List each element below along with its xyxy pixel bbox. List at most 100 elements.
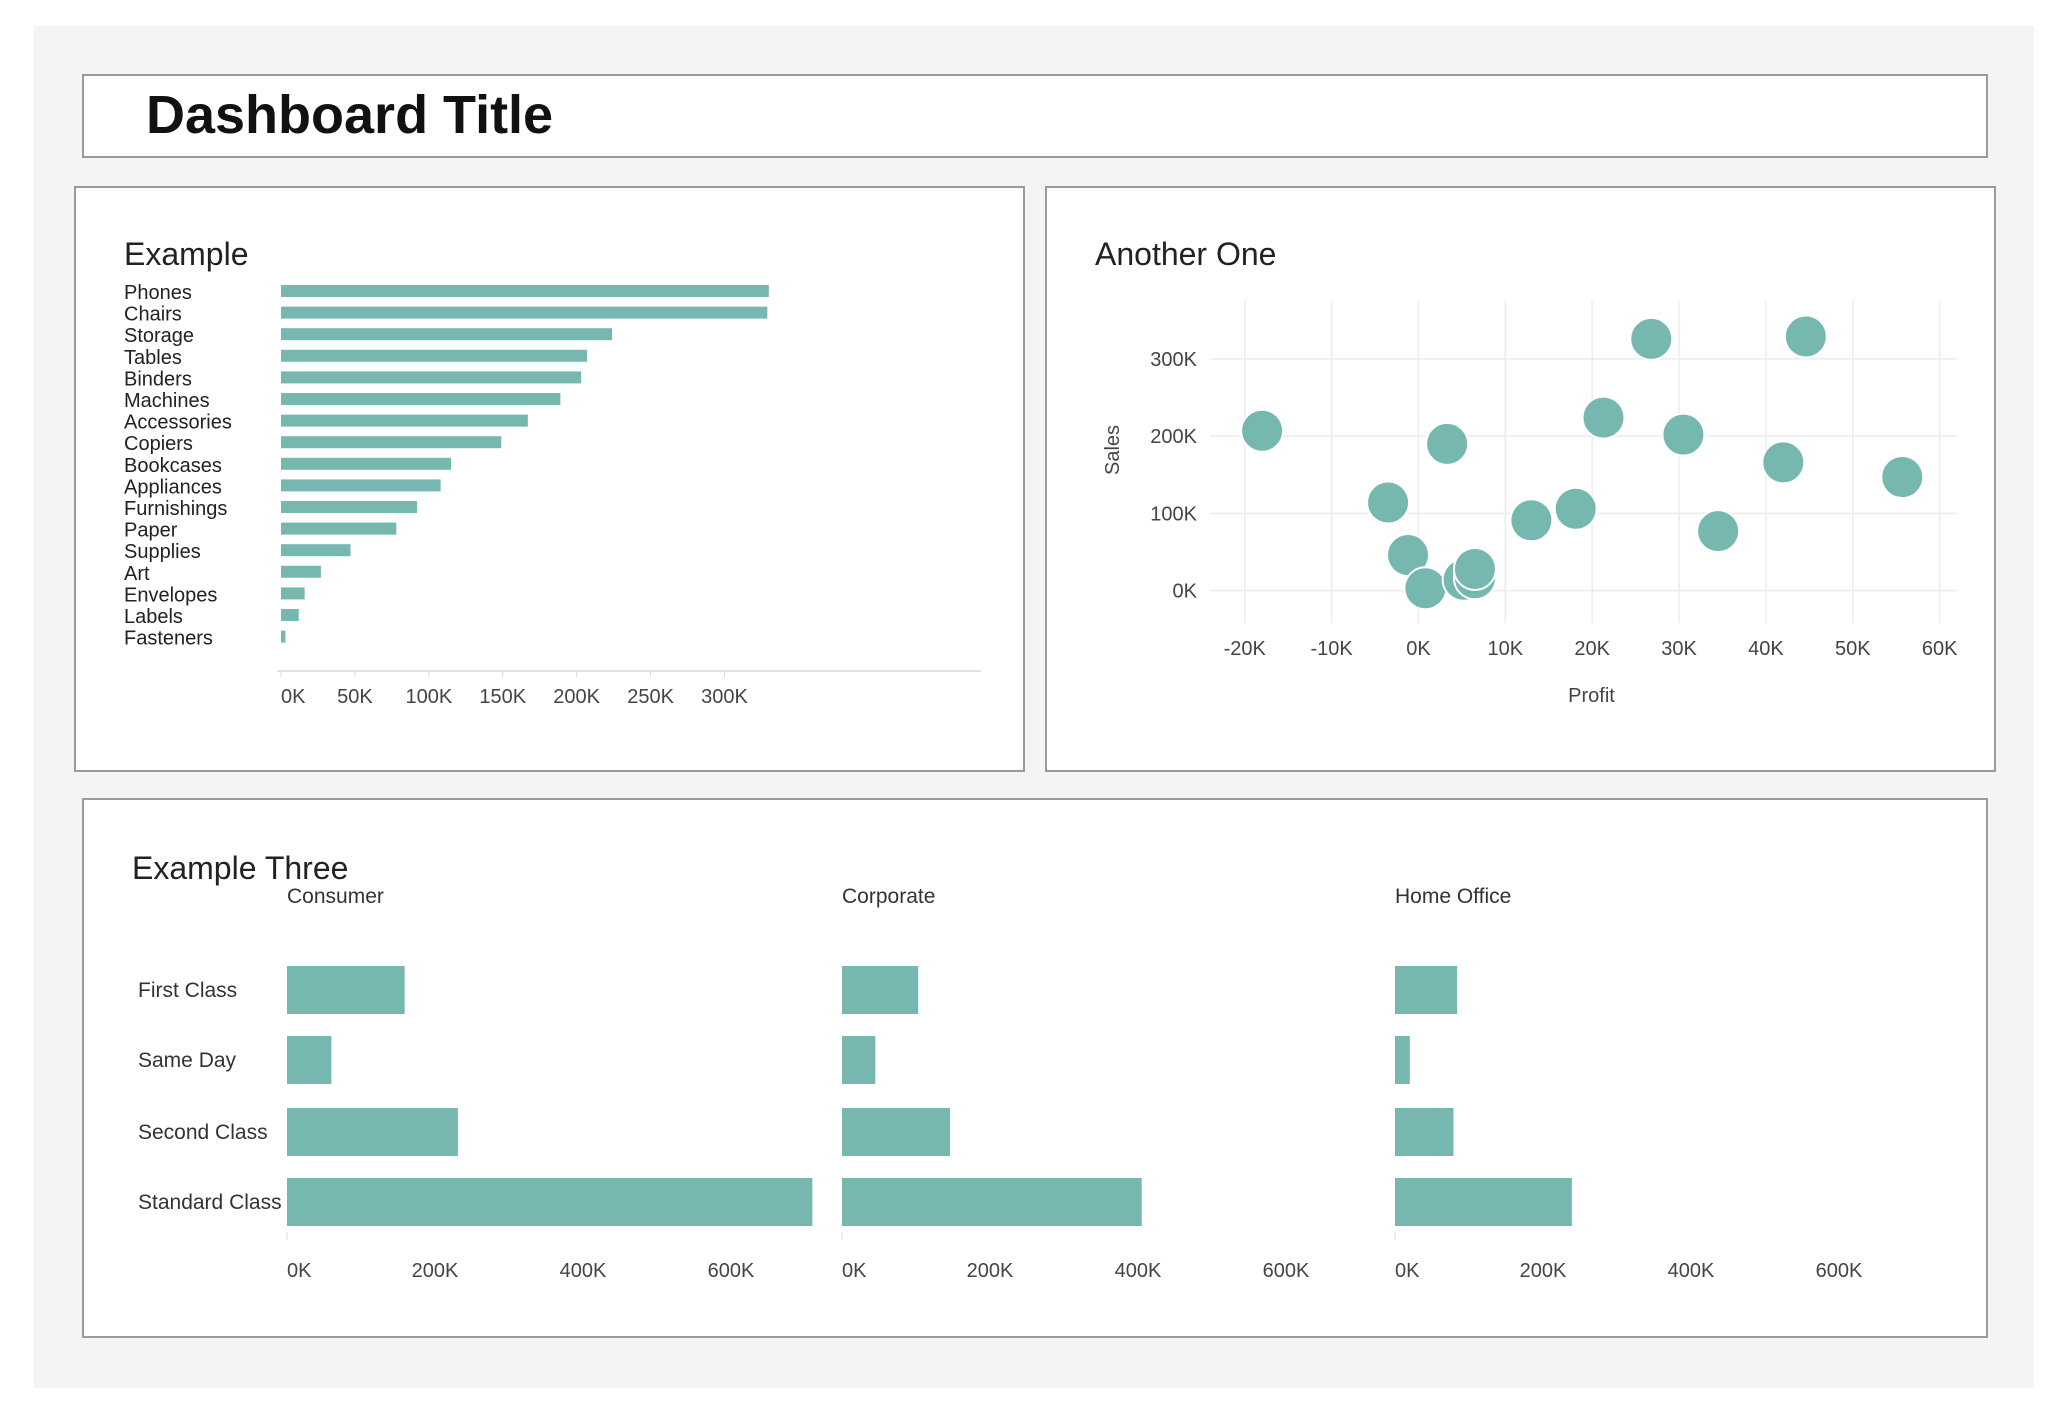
category-label: Labels (124, 606, 183, 628)
bar (287, 1178, 813, 1226)
scatter-point (1761, 440, 1806, 485)
scatter-point (1581, 395, 1626, 440)
x-tick-label: 150K (479, 686, 526, 708)
y-tick-label: 300K (1150, 349, 1197, 371)
bar (287, 1036, 332, 1084)
bar (281, 544, 351, 557)
another-one-panel: Another One -20K -10K 0K 10K 20K 30K 40K 50K 60K… (1045, 186, 1996, 772)
scatter-point (1240, 408, 1285, 453)
category-label: Machines (124, 390, 210, 412)
row-label: Second Class (138, 1121, 268, 1144)
x-tick-label: 50K (337, 686, 373, 708)
scatter-point (1509, 498, 1554, 543)
scatter-point (1783, 314, 1828, 359)
scatter-point (1661, 412, 1706, 457)
scatter-point (1366, 480, 1411, 525)
bar (1395, 1108, 1454, 1156)
scatter-point (1880, 455, 1925, 500)
x-axis-title: Profit (1568, 685, 1615, 707)
y-tick-label: 100K (1150, 503, 1197, 525)
bar (281, 609, 299, 621)
scatter-point (1553, 486, 1598, 531)
x-tick-label: 50K (1835, 638, 1871, 660)
dashboard-title: Dashboard Title (146, 85, 554, 145)
category-label: Paper (124, 520, 178, 542)
bar (281, 393, 561, 405)
x-tick-label: 200K (967, 1260, 1014, 1282)
category-label: Storage (124, 325, 194, 347)
bar (842, 1108, 951, 1156)
facet-header: Consumer (287, 885, 384, 908)
bar (281, 436, 502, 449)
category-label: Binders (124, 368, 192, 390)
bar (281, 306, 768, 319)
category-label: Appliances (124, 476, 222, 498)
category-label: Tables (124, 347, 182, 369)
row-label: Standard Class (138, 1191, 282, 1214)
x-tick-label: 10K (1488, 638, 1524, 660)
bar (1395, 1036, 1410, 1084)
bar (281, 285, 769, 297)
row-label: First Class (138, 979, 237, 1002)
x-tick-label: 30K (1661, 638, 1697, 660)
x-tick-label: 40K (1748, 638, 1784, 660)
scatter-point (1425, 421, 1470, 466)
bar (281, 479, 441, 492)
bar (281, 522, 397, 535)
bar (1395, 966, 1458, 1014)
example-bar-chart: PhonesChairsStorageTablesBindersMachines… (124, 282, 981, 708)
x-tick-label: 200K (1520, 1260, 1567, 1282)
scatter-point (1403, 566, 1448, 611)
bar (842, 1178, 1142, 1226)
x-tick-label: 400K (1668, 1260, 1715, 1282)
x-tick-label: 400K (560, 1260, 607, 1282)
bar (281, 565, 321, 578)
category-label: Chairs (124, 304, 182, 326)
x-tick-label: 400K (1115, 1260, 1162, 1282)
x-tick-label: 300K (701, 686, 748, 708)
x-tick-label: 0K (1395, 1260, 1420, 1282)
row-label: Same Day (138, 1049, 237, 1072)
bar (281, 371, 582, 384)
y-axis-title: Sales (1102, 425, 1124, 475)
x-tick-label: 60K (1922, 638, 1958, 660)
example-panel: Example Phones Chairs Storage Tables Binders… (74, 186, 1025, 772)
bar (1395, 1178, 1572, 1226)
scatter-point (1696, 509, 1741, 554)
x-tick-label: 100K (405, 686, 452, 708)
category-label: Phones (124, 282, 192, 304)
x-tick-label: 600K (1816, 1260, 1863, 1282)
bar (842, 966, 919, 1014)
scatter-point (1629, 316, 1674, 361)
x-tick-label: 20K (1574, 638, 1610, 660)
example-three-bar-chart: First Class Same Day Second Class Standard … (138, 885, 1863, 1282)
bar (281, 349, 587, 362)
category-label: Envelopes (124, 584, 217, 606)
x-tick-label: -20K (1224, 638, 1267, 660)
bar (281, 501, 417, 513)
x-tick-label: 600K (1263, 1260, 1310, 1282)
bar (842, 1036, 876, 1084)
x-tick-label: 600K (708, 1260, 755, 1282)
category-label: Furnishings (124, 498, 227, 520)
another-one-scatter-chart: -20K -10K 0K 10K 20K 30K 40K 50K 60K 0K 100K 200K 30… (1102, 301, 1958, 707)
example-three-panel: Example Three First Class Same Day Second … (82, 798, 1988, 1338)
category-label: Copiers (124, 433, 193, 455)
bar (281, 587, 305, 600)
x-tick-label: 0K (281, 686, 306, 708)
x-tick-label: 200K (412, 1260, 459, 1282)
y-tick-label: 200K (1150, 426, 1197, 448)
bar (281, 414, 528, 427)
category-label: Fasteners (124, 628, 213, 650)
title-panel: Dashboard Title (82, 74, 1988, 158)
bar (281, 328, 613, 341)
bar (281, 630, 286, 643)
x-tick-label: -10K (1310, 638, 1353, 660)
bar (287, 966, 405, 1014)
facet-header: Corporate (842, 885, 935, 908)
x-tick-label: 0K (287, 1260, 312, 1282)
category-label: Accessories (124, 412, 232, 434)
x-tick-label: 200K (553, 686, 600, 708)
category-label: Bookcases (124, 455, 222, 477)
bar (281, 457, 451, 470)
